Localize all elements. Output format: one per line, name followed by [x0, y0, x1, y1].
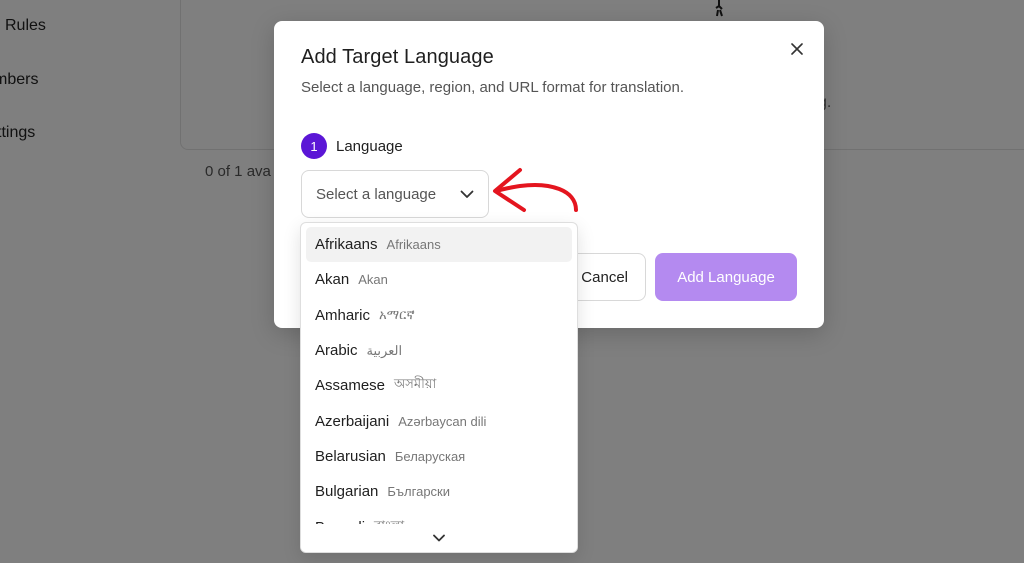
step-number-badge: 1 [301, 133, 327, 159]
chevron-down-icon [460, 190, 474, 199]
language-option-name: Azerbaijani [315, 412, 390, 430]
language-option-name: Amharic [315, 306, 371, 324]
language-option-native: Afrikaans [386, 237, 441, 253]
language-option-native: አማርኛ [379, 307, 415, 323]
language-option-native: العربية [366, 342, 403, 358]
language-option-native: Български [387, 484, 450, 500]
language-option-native: Akan [358, 272, 388, 288]
language-dropdown[interactable]: Afrikaans Afrikaans Akan Akan Amharic አማ… [300, 222, 578, 553]
step-label: Language [336, 138, 403, 155]
language-option-native: Azərbaycan dili [398, 413, 487, 429]
language-option[interactable]: Amharic አማርኛ [306, 298, 572, 333]
language-option[interactable]: Assamese অসমীয়া [306, 368, 572, 403]
close-icon [791, 43, 803, 55]
language-option-name: Belarusian [315, 447, 386, 465]
language-option-name: Akan [315, 271, 350, 289]
modal-subtitle: Select a language, region, and URL forma… [301, 79, 684, 96]
language-option-name: Arabic [315, 342, 358, 360]
language-option[interactable]: Afrikaans Afrikaans [306, 227, 572, 263]
annotation-arrow-icon [493, 168, 578, 212]
add-language-button[interactable]: Add Language [655, 253, 797, 301]
language-select-placeholder: Select a language [316, 185, 437, 203]
language-option-native: Беларуская [394, 448, 466, 464]
language-option-name: Afrikaans [315, 236, 378, 254]
language-option[interactable]: Belarusian Беларуская [306, 439, 572, 474]
language-option[interactable]: Azerbaijani Azərbaycan dili [306, 403, 572, 438]
language-option[interactable]: Akan Akan [306, 262, 572, 297]
language-options-list[interactable]: Afrikaans Afrikaans Akan Akan Amharic አማ… [301, 227, 577, 527]
language-select[interactable]: Select a language [301, 170, 489, 218]
language-option-name: Assamese [315, 377, 386, 395]
close-button[interactable] [786, 38, 808, 60]
modal-title: Add Target Language [301, 46, 494, 68]
language-option[interactable]: Bulgarian Български [306, 474, 572, 509]
language-option-name: Bulgarian [315, 483, 379, 501]
language-option[interactable]: Arabic العربية [306, 333, 572, 368]
chevron-down-icon [433, 534, 445, 542]
language-option-native: অসমীয়া [394, 376, 437, 392]
scroll-down-button[interactable] [301, 524, 577, 552]
